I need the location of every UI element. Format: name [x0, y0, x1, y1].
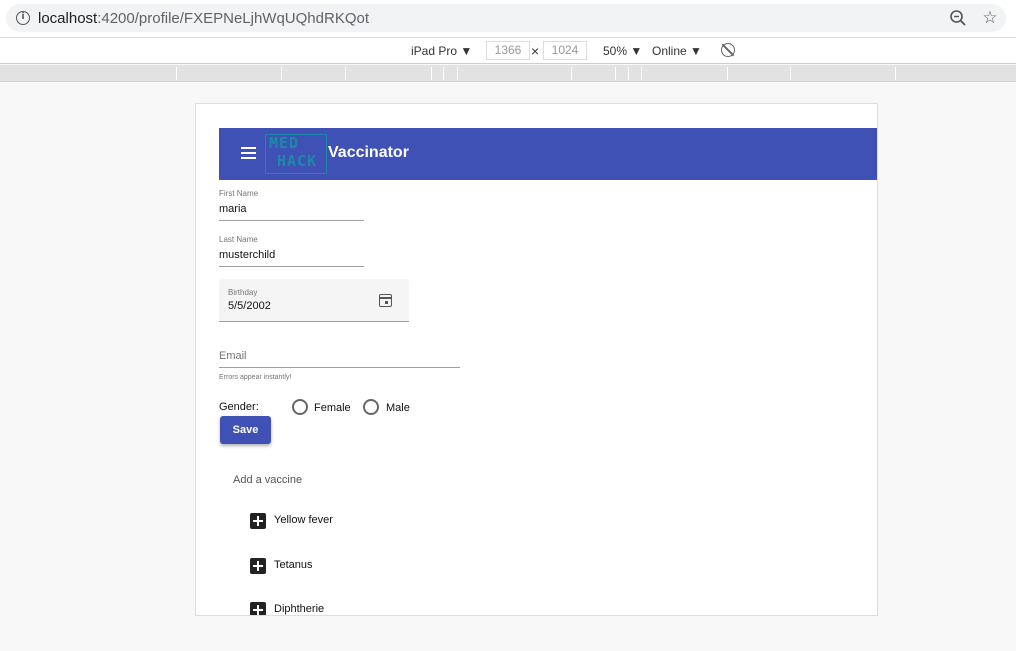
- media-query-ruler: [0, 65, 1016, 82]
- female-radio-label[interactable]: Female: [314, 402, 351, 414]
- medhack-logo: MED HACK: [265, 134, 327, 174]
- ruler-tick: [443, 67, 444, 80]
- device-viewport: MED HACK Vaccinator First Name Last Name…: [195, 103, 878, 616]
- gender-label: Gender:: [219, 401, 259, 413]
- device-width-input[interactable]: 1366: [486, 41, 530, 60]
- last-name-field[interactable]: Last Name: [219, 235, 364, 267]
- network-select[interactable]: Online ▼: [652, 44, 702, 58]
- zoom-icon[interactable]: [949, 9, 967, 27]
- url-text[interactable]: localhost:4200/profile/FXEPNeLjhWqUQhdRK…: [38, 10, 369, 27]
- address-bar[interactable]: i localhost:4200/profile/FXEPNeLjhWqUQhd…: [6, 4, 1006, 32]
- menu-icon[interactable]: [241, 147, 256, 159]
- device-height-input[interactable]: 1024: [543, 41, 587, 60]
- ruler-tick: [790, 67, 791, 80]
- info-icon[interactable]: i: [16, 11, 30, 25]
- last-name-input[interactable]: [219, 249, 364, 261]
- rotate-icon[interactable]: [721, 43, 735, 57]
- device-select[interactable]: iPad Pro ▼: [411, 44, 472, 58]
- first-name-label: First Name: [219, 189, 259, 198]
- vaccine-name: Yellow fever: [274, 514, 333, 526]
- first-name-field[interactable]: First Name: [219, 189, 364, 221]
- add-plus-icon[interactable]: [250, 558, 266, 574]
- female-radio[interactable]: [292, 399, 308, 415]
- ruler-tick: [345, 67, 346, 80]
- add-plus-icon[interactable]: [250, 602, 266, 615]
- ruler-tick: [431, 67, 432, 80]
- ruler-tick: [281, 67, 282, 80]
- birthday-label: Birthday: [228, 288, 258, 297]
- zoom-select[interactable]: 50% ▼: [603, 44, 642, 58]
- birthday-value[interactable]: 5/5/2002: [228, 300, 271, 312]
- ruler-tick: [457, 67, 458, 80]
- app-title: Vaccinator: [328, 144, 409, 161]
- ruler-tick: [895, 67, 896, 80]
- add-plus-icon[interactable]: [250, 513, 266, 529]
- email-underline: [219, 367, 460, 368]
- browser-address-area: i localhost:4200/profile/FXEPNeLjhWqUQhd…: [0, 0, 1016, 37]
- device-toolbar: iPad Pro ▼ 1366 × 1024 50% ▼ Online ▼: [0, 37, 1016, 64]
- ruler-tick: [641, 67, 642, 80]
- url-path: :4200/profile/FXEPNeLjhWqUQhdRKQot: [97, 10, 369, 27]
- ruler-tick: [571, 67, 572, 80]
- birthday-field[interactable]: Birthday 5/5/2002: [219, 279, 409, 322]
- last-name-underline: [219, 266, 364, 267]
- male-radio[interactable]: [363, 399, 379, 415]
- ruler-tick: [628, 67, 629, 80]
- bookmark-star-icon[interactable]: ☆: [980, 8, 1000, 28]
- ruler-tick: [727, 67, 728, 80]
- email-hint: Errors appear instantly!: [219, 374, 292, 381]
- dimension-separator: ×: [531, 43, 540, 59]
- ruler-tick: [176, 67, 177, 80]
- email-input[interactable]: [219, 350, 460, 362]
- calendar-icon[interactable]: [379, 294, 392, 307]
- last-name-label: Last Name: [219, 235, 258, 244]
- save-button[interactable]: Save: [220, 416, 271, 444]
- vaccine-name: Diphtherie: [274, 603, 325, 615]
- add-vaccine-heading: Add a vaccine: [233, 474, 303, 486]
- first-name-input[interactable]: [219, 203, 364, 215]
- app-toolbar: MED HACK Vaccinator: [219, 128, 877, 180]
- male-radio-label[interactable]: Male: [386, 402, 410, 414]
- url-host: localhost: [38, 10, 98, 27]
- vaccine-name: Tetanus: [274, 559, 313, 571]
- ruler-tick: [615, 67, 616, 80]
- first-name-underline: [219, 220, 364, 221]
